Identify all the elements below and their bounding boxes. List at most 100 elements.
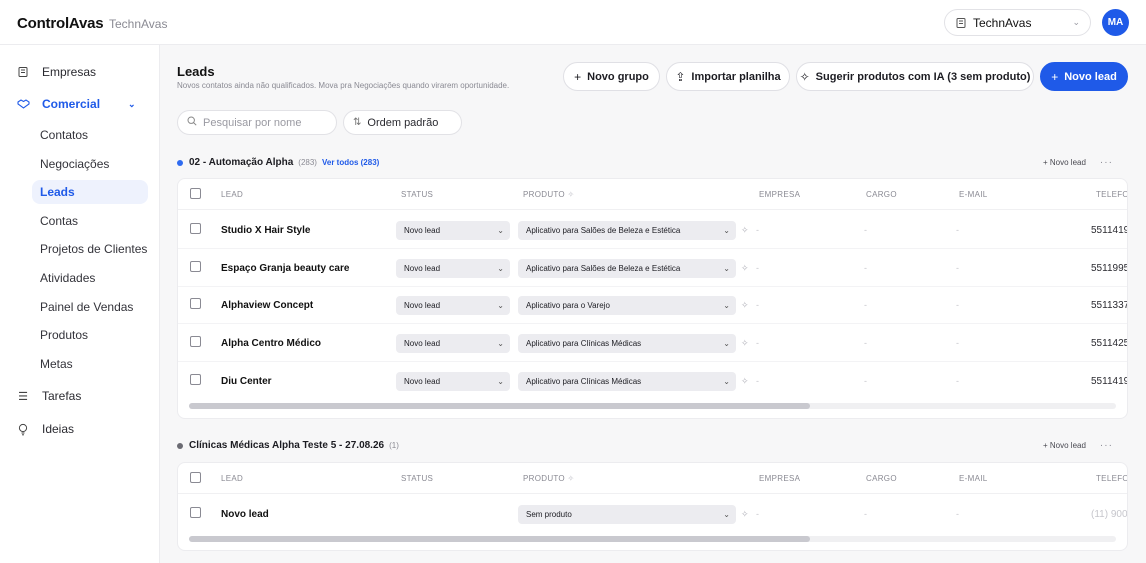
sidebar-item-tarefas[interactable]: ☰ Tarefas (16, 389, 81, 403)
column-empresa[interactable]: EMPRESA (759, 474, 800, 483)
sidebar-item-leads[interactable]: Leads (32, 180, 148, 204)
product-select[interactable]: Aplicativo para Clínicas Médicas ⌄ (518, 334, 736, 353)
building-icon (956, 17, 966, 28)
column-produto[interactable]: PRODUTO ✧ (523, 474, 575, 483)
sidebar-item-produtos[interactable]: Produtos (32, 323, 148, 347)
product-select[interactable]: Aplicativo para Salões de Beleza e Estét… (518, 259, 736, 278)
lead-name[interactable]: Espaço Granja beauty care (221, 263, 349, 274)
table-row[interactable]: Alphaview Concept Novo lead ⌄ Aplicativo … (178, 287, 1127, 324)
chevron-down-icon: ⌄ (128, 98, 136, 109)
product-select[interactable]: Aplicativo para Clínicas Médicas ⌄ (518, 372, 736, 391)
column-lead[interactable]: LEAD (221, 190, 243, 199)
column-status[interactable]: STATUS (401, 190, 433, 199)
row-checkbox[interactable] (190, 336, 201, 347)
lead-name[interactable]: Studio X Hair Style (221, 225, 310, 236)
row-checkbox[interactable] (190, 507, 201, 518)
status-select[interactable]: Novo lead ⌄ (396, 296, 510, 315)
sidebar-item-contas[interactable]: Contas (32, 209, 148, 233)
page-title: Leads (177, 64, 215, 79)
sparkles-icon[interactable]: ✧ (741, 263, 749, 274)
group-new-lead-button[interactable]: + Novo lead (1043, 441, 1086, 450)
sort-order-button[interactable]: ⇅ Ordem padrão (343, 110, 462, 135)
sidebar-item-painel-vendas[interactable]: Painel de Vendas (32, 295, 148, 319)
table-row[interactable]: Novo lead Sem produto ⌄ ✧ - - - (11) 900 (178, 496, 1127, 533)
group-count: (283) (298, 158, 317, 167)
search-input[interactable]: Pesquisar por nome (177, 110, 337, 135)
sidebar-item-projetos[interactable]: Projetos de Clientes (32, 237, 148, 261)
column-cargo[interactable]: CARGO (866, 190, 897, 199)
group-actions: + Novo lead ··· (1043, 440, 1113, 451)
see-all-link[interactable]: Ver todos (283) (322, 158, 379, 167)
column-empresa[interactable]: EMPRESA (759, 190, 800, 199)
table-row[interactable]: Diu Center Novo lead ⌄ Aplicativo para Cl… (178, 363, 1127, 400)
column-produto-label: PRODUTO (523, 190, 565, 199)
suggest-products-ai-button[interactable]: ✧ Sugerir produtos com IA (3 sem produto… (796, 62, 1034, 91)
column-email[interactable]: E-MAIL (959, 474, 987, 483)
sidebar-item-comercial[interactable]: Comercial ⌄ (16, 97, 156, 111)
table-header: LEAD STATUS PRODUTO ✧ EMPRESA CARGO E-MA… (178, 179, 1127, 210)
sidebar-item-negociacoes[interactable]: Negociações (32, 152, 148, 176)
lead-name[interactable]: Diu Center (221, 376, 272, 387)
column-lead[interactable]: LEAD (221, 474, 243, 483)
row-checkbox[interactable] (190, 261, 201, 272)
sparkles-icon[interactable]: ✧ (741, 225, 749, 236)
table-row[interactable]: Alpha Centro Médico Novo lead ⌄ Aplicativ… (178, 325, 1127, 362)
scrollbar-thumb[interactable] (189, 403, 810, 409)
status-select[interactable]: Novo lead ⌄ (396, 259, 510, 278)
import-spreadsheet-button[interactable]: ⇪ Importar planilha (666, 62, 790, 91)
sidebar-item-atividades[interactable]: Atividades (32, 266, 148, 290)
email-value: - (956, 263, 959, 273)
horizontal-scrollbar[interactable] (189, 403, 1116, 409)
status-select[interactable]: Novo lead ⌄ (396, 221, 510, 240)
sparkles-icon[interactable]: ✧ (741, 300, 749, 311)
cargo-value: - (864, 338, 867, 348)
product-select[interactable]: Aplicativo para o Varejo ⌄ (518, 296, 736, 315)
horizontal-scrollbar[interactable] (189, 536, 1116, 542)
brand-logo[interactable]: ControlAvas (17, 15, 104, 32)
lead-name[interactable]: Alpha Centro Médico (221, 338, 321, 349)
row-checkbox[interactable] (190, 298, 201, 309)
column-status[interactable]: STATUS (401, 474, 433, 483)
column-telefone[interactable]: TELEFO (1096, 190, 1127, 199)
sparkles-icon[interactable]: ✧ (741, 338, 749, 349)
org-selector[interactable]: TechnAvas ⌄ (944, 9, 1091, 36)
status-select[interactable]: Novo lead ⌄ (396, 334, 510, 353)
lead-name[interactable]: Alphaview Concept (221, 300, 313, 311)
table-row[interactable]: Espaço Granja beauty care Novo lead ⌄ Apl… (178, 250, 1127, 287)
sparkles-icon: ✧ (567, 474, 575, 483)
sidebar-item-ideias[interactable]: Ideias (16, 422, 74, 436)
group-name[interactable]: Clínicas Médicas Alpha Teste 5 - 27.08.2… (189, 440, 384, 451)
sidebar-item-contatos[interactable]: Contatos (32, 123, 148, 147)
scrollbar-thumb[interactable] (189, 536, 810, 542)
select-all-checkbox[interactable] (190, 188, 201, 199)
column-cargo[interactable]: CARGO (866, 474, 897, 483)
column-email[interactable]: E-MAIL (959, 190, 987, 199)
row-checkbox[interactable] (190, 374, 201, 385)
product-select[interactable]: Sem produto ⌄ (518, 505, 736, 524)
select-all-checkbox[interactable] (190, 472, 201, 483)
avatar[interactable]: MA (1102, 9, 1129, 36)
row-checkbox[interactable] (190, 223, 201, 234)
sidebar-item-metas[interactable]: Metas (32, 352, 148, 376)
new-group-button[interactable]: + Novo grupo (563, 62, 660, 91)
sparkles-icon[interactable]: ✧ (741, 376, 749, 387)
sort-icon: ⇅ (353, 117, 362, 128)
sidebar-item-empresas[interactable]: Empresas (16, 65, 96, 79)
table-row[interactable]: Studio X Hair Style Novo lead ⌄ Aplicativ… (178, 212, 1127, 249)
sparkles-icon[interactable]: ✧ (741, 509, 749, 520)
more-options-icon[interactable]: ··· (1100, 440, 1113, 451)
status-select[interactable]: Novo lead ⌄ (396, 372, 510, 391)
group-new-lead-button[interactable]: + Novo lead (1043, 158, 1086, 167)
product-select[interactable]: Aplicativo para Salões de Beleza e Estét… (518, 221, 736, 240)
column-produto[interactable]: PRODUTO ✧ (523, 190, 575, 199)
more-options-icon[interactable]: ··· (1100, 157, 1113, 168)
status-value: Novo lead (404, 264, 441, 273)
chevron-down-icon: ⌄ (497, 226, 504, 235)
handshake-icon (16, 97, 30, 111)
new-lead-button[interactable]: + Novo lead (1040, 62, 1128, 91)
lead-name[interactable]: Novo lead (221, 509, 269, 520)
column-telefone[interactable]: TELEFO (1096, 474, 1127, 483)
group-name[interactable]: 02 - Automação Alpha (189, 157, 293, 168)
group-actions: + Novo lead ··· (1043, 157, 1113, 168)
building-icon (16, 65, 30, 79)
